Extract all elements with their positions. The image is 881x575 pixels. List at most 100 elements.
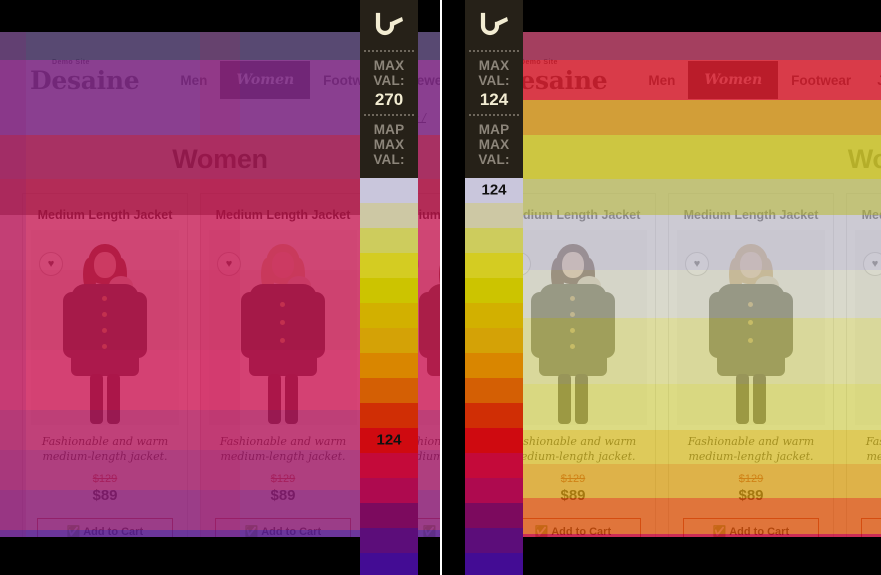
product-price: $89 [92,486,118,504]
product-image[interactable]: ♥ [677,230,825,425]
product-description: Fashionable and warm medium-length jacke… [41,435,169,463]
color-ramp-swatch [465,452,523,478]
page-header: Women [468,135,881,183]
capture-panel-right: Demo Site Desaine Men Women Footwear Jew… [442,0,881,575]
color-ramp-swatch [465,502,523,528]
scale-header: MAX VAL: 124 MAP MAX VAL: [465,0,523,178]
site-navbar: Demo Site Desaine Men Women Footwear Jew… [468,58,881,100]
nav-item-footwear[interactable]: Footwear [778,62,864,99]
color-ramp-swatch [465,327,523,353]
model-figure [703,240,799,425]
product-title: Medium Length Jacket [861,208,881,222]
color-ramp-swatch [360,327,418,353]
color-ramp: 124 [360,177,418,575]
map-max-val-block: MAP MAX VAL: [465,116,523,171]
product-old-price: $129 [855,473,881,485]
color-ramp-swatch [465,227,523,253]
color-ramp-swatch [360,277,418,303]
nav-item-women[interactable]: Women [220,61,311,99]
product-card[interactable]: Medium Length Jacket ♥ Fashionable and w [200,193,366,537]
product-old-price: $129 [92,472,118,485]
product-image[interactable]: ♥ [855,230,881,425]
product-card[interactable]: Medium Length Jacket ♥ Fashionable and w [22,193,188,537]
color-ramp-value: 124 [376,431,402,449]
max-val-block: MAX VAL: 270 [360,52,418,114]
logo-name: Desaine [30,65,140,95]
product-card[interactable]: Medium Length Jacket ♥ Fashionable and w [668,193,834,537]
hotjar-logo-icon [360,0,418,50]
breadcrumb-bar: Home / [468,100,881,135]
product-price: $89 [738,486,764,504]
product-card[interactable]: Medium Length Jacket ♥ Fashionable and w [846,193,881,537]
max-val-value: 124 [479,90,509,110]
heatmap-scale-left: MAX VAL: 270 MAP MAX VAL: 124 [360,0,418,575]
site-logo[interactable]: Demo Site Desaine [30,59,140,95]
screenshot-stage: Demo Site Desaine Men Women Footwear Jew… [0,0,881,575]
add-to-cart-button[interactable]: ✅ Add to Cart [683,517,819,537]
product-grid: Medium Length Jacket ♥ Fashionable and w [468,183,881,537]
add-to-cart-button[interactable]: ✅ Add to Cart [215,517,351,537]
check-circle-icon: ✅ [244,525,259,537]
color-ramp-swatch [465,277,523,303]
add-to-cart-button[interactable]: ✅ Add to Cart [861,517,881,537]
nav-item-men[interactable]: Men [635,62,688,99]
page-title: Women [172,143,268,174]
nav-item-men[interactable]: Men [167,62,220,99]
logo-tagline: Demo Site [520,58,558,66]
check-circle-icon: ✅ [66,525,81,537]
color-ramp-swatch [360,252,418,278]
color-ramp-swatch [360,402,418,428]
product-old-price: $129 [270,472,296,485]
main-nav: Men Women Footwear Jewellery Acc [635,61,881,99]
site-topbar [468,32,881,60]
wishlist-heart-icon[interactable]: ♥ [863,252,881,276]
color-ramp-swatch: 124 [465,177,523,203]
check-circle-icon: ✅ [422,525,437,537]
max-val-label: MAX VAL: [478,58,510,89]
product-title: Medium Length Jacket [37,208,173,222]
product-title: Medium Length Jacket [215,208,351,222]
nav-item-jewellery[interactable]: Jewellery [864,62,881,99]
map-max-val-block: MAP MAX VAL: [360,116,418,171]
color-ramp-swatch [465,402,523,428]
heatmap-scale-right: MAX VAL: 124 MAP MAX VAL: 124 [465,0,523,575]
page-title: Women [847,143,881,174]
product-image[interactable]: ♥ [209,230,357,425]
check-circle-icon: ✅ [712,525,727,537]
product-description: Fashionable and warm medium-length jacke… [509,435,637,463]
color-ramp-swatch [360,177,418,203]
color-ramp-swatch [360,477,418,503]
color-ramp-swatch [465,252,523,278]
map-max-val-label: MAP MAX VAL: [478,122,510,168]
color-ramp-swatch [465,352,523,378]
color-ramp-swatch [360,527,418,553]
add-to-cart-label: Add to Cart [83,525,144,537]
add-to-cart-label: Add to Cart [551,525,612,537]
model-figure [57,240,153,425]
add-to-cart-button[interactable]: ✅ Add to Cart [37,517,173,537]
color-ramp-swatch [465,527,523,553]
color-ramp-swatch [360,227,418,253]
color-ramp-swatch [360,377,418,403]
add-to-cart-label: Add to Cart [729,525,790,537]
color-ramp-swatch [360,302,418,328]
map-max-val-label: MAP MAX VAL: [373,122,405,168]
max-val-value: 270 [374,90,404,110]
color-ramp-swatch [465,552,523,575]
color-ramp-swatch [465,377,523,403]
add-to-cart-button[interactable]: ✅ Add to Cart [505,517,641,537]
product-description: Fashionable and warm medium-length jacke… [219,435,347,463]
nav-item-women[interactable]: Women [688,61,779,99]
capture-panel-left: Demo Site Desaine Men Women Footwear Jew… [0,0,440,575]
color-ramp-value: 124 [481,181,507,199]
color-ramp-swatch [360,352,418,378]
website-screenshot-right: Demo Site Desaine Men Women Footwear Jew… [468,32,881,537]
add-to-cart-label: Add to Cart [261,525,322,537]
product-image[interactable]: ♥ [31,230,179,425]
color-ramp-swatch [360,202,418,228]
color-ramp-swatch [360,502,418,528]
model-figure [525,240,621,425]
max-val-block: MAX VAL: 124 [465,52,523,114]
color-ramp-swatch: 124 [360,427,418,453]
scale-header: MAX VAL: 270 MAP MAX VAL: [360,0,418,178]
